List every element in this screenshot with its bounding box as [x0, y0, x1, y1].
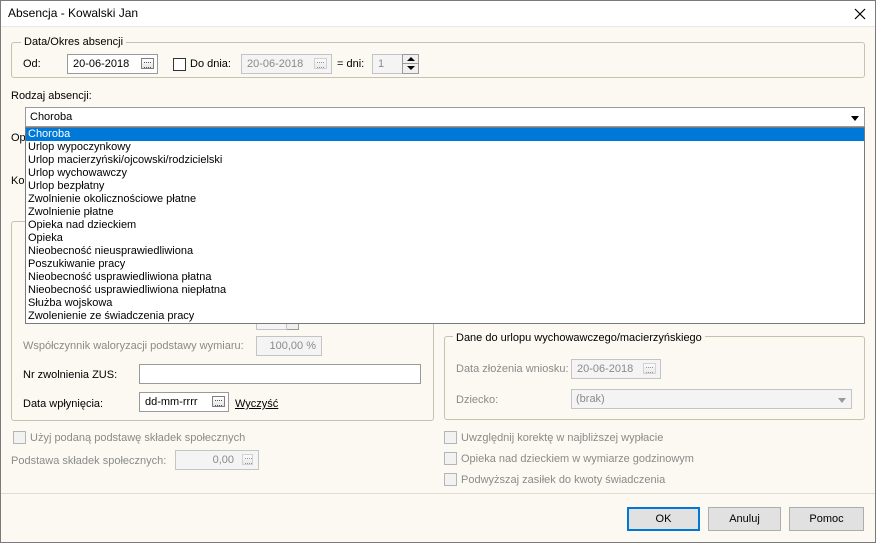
child-select[interactable]: (brak) — [571, 389, 852, 409]
absence-type-value: Choroba — [30, 111, 73, 123]
receipt-calendar-icon[interactable] — [212, 396, 225, 407]
close-button[interactable] — [845, 1, 875, 27]
basis-value: 0,00 — [212, 454, 234, 466]
request-date-value: 20-06-2018 — [577, 363, 634, 375]
correction-checkbox[interactable] — [444, 431, 457, 444]
dropdown-option[interactable]: Zwolenienie ze świadczenia pracy — [26, 310, 864, 323]
chevron-down-icon — [838, 398, 846, 403]
period-legend: Data/Okres absencji — [21, 36, 127, 48]
to-calendar-icon[interactable] — [314, 58, 327, 69]
care-hours-label: Opieka nad dzieckiem w wymiarze godzinow… — [461, 453, 694, 465]
cancel-button[interactable]: Anuluj — [708, 507, 781, 531]
dropdown-option[interactable]: Nieobecność nieusprawiedliwiona — [26, 245, 864, 258]
close-icon — [854, 8, 866, 20]
receipt-date-label: Data wpłynięcia: — [23, 398, 104, 410]
dropdown-option[interactable]: Zwolnienie płatne — [26, 206, 864, 219]
absence-type-select[interactable]: Choroba — [25, 107, 865, 127]
from-date-value: 20-06-2018 — [73, 58, 130, 70]
days-input[interactable]: 1 — [372, 54, 403, 74]
use-basis-label: Użyj podaną podstawę składek społecznych — [30, 432, 246, 444]
partial-label-ko: Ko — [11, 175, 25, 187]
request-date-label: Data złożenia wniosku: — [456, 363, 569, 375]
dropdown-option[interactable]: Służba wojskowa — [26, 297, 864, 310]
dropdown-option[interactable]: Opieka — [26, 232, 864, 245]
to-date-value: 20-06-2018 — [247, 58, 304, 70]
window-title: Absencja - Kowalski Jan — [8, 6, 139, 20]
child-value: (brak) — [576, 393, 605, 405]
request-calendar-icon[interactable] — [643, 363, 656, 374]
partial-label-op: Op — [11, 132, 26, 144]
calculator-icon[interactable] — [242, 454, 253, 465]
dropdown-option[interactable]: Urlop bezpłatny — [26, 180, 864, 193]
basis-label: Podstawa składek społecznych: — [11, 455, 167, 467]
dropdown-option[interactable]: Opieka nad dzieckiem — [26, 219, 864, 232]
zus-number-input[interactable] — [139, 364, 421, 384]
from-calendar-icon[interactable] — [141, 58, 154, 69]
up-arrow-icon — [407, 57, 415, 61]
days-stepper[interactable] — [402, 54, 419, 74]
days-value: 1 — [378, 58, 385, 70]
absence-type-label: Rodzaj absencji: — [11, 90, 92, 102]
care-hours-checkbox[interactable] — [444, 452, 457, 465]
valorization-input[interactable]: 100,00 % — [256, 336, 322, 356]
dropdown-option[interactable]: Zwolnienie okolicznościowe płatne — [26, 193, 864, 206]
valorization-label: Współczynnik waloryzacji podstawy wymiar… — [23, 340, 244, 352]
absence-type-dropdown[interactable]: Choroba Urlop wypoczynkowy Urlop macierzyń… — [25, 127, 865, 324]
increase-benefit-checkbox[interactable] — [444, 473, 457, 486]
ok-button[interactable]: OK — [627, 507, 700, 531]
clear-link[interactable]: Wyczyść — [235, 398, 278, 410]
days-up-button[interactable] — [403, 55, 418, 64]
use-basis-checkbox[interactable] — [13, 431, 26, 444]
valorization-value: 100,00 % — [269, 340, 316, 352]
footer-divider — [1, 493, 875, 494]
title-bar: Absencja - Kowalski Jan — [1, 1, 875, 27]
dropdown-option[interactable]: Nieobecność usprawiedliwiona niepłatna — [26, 284, 864, 297]
days-label: = dni: — [337, 58, 365, 70]
increase-benefit-label: Podwyższaj zasiłek do kwoty świadczenia — [461, 474, 666, 486]
dropdown-option[interactable]: Choroba — [26, 128, 864, 141]
maternity-legend: Dane do urlopu wychowawczego/macierzyńsk… — [453, 332, 705, 344]
days-down-button[interactable] — [403, 64, 418, 73]
dropdown-option[interactable]: Nieobecność usprawiedliwiona płatna — [26, 271, 864, 284]
to-date-checkbox[interactable] — [173, 58, 186, 71]
dropdown-option[interactable]: Urlop wychowawczy — [26, 167, 864, 180]
to-date-label: Do dnia: — [190, 58, 231, 70]
dropdown-option[interactable]: Urlop wypoczynkowy — [26, 141, 864, 154]
correction-label: Uwzględnij korektę w najbliższej wypłaci… — [461, 432, 664, 444]
help-button[interactable]: Pomoc — [789, 507, 864, 531]
chevron-down-icon — [851, 116, 859, 121]
dialog-window: Absencja - Kowalski Jan Data/Okres absen… — [0, 0, 876, 543]
child-label: Dziecko: — [456, 394, 499, 406]
zus-number-label: Nr zwolnienia ZUS: — [23, 369, 118, 381]
dropdown-option[interactable]: Poszukiwanie pracy — [26, 258, 864, 271]
receipt-date-value: dd-mm-rrrr — [145, 396, 198, 408]
from-label: Od: — [23, 58, 41, 70]
dropdown-option[interactable]: Urlop macierzyński/ojcowski/rodzicielski — [26, 154, 864, 167]
down-arrow-icon — [407, 66, 415, 70]
